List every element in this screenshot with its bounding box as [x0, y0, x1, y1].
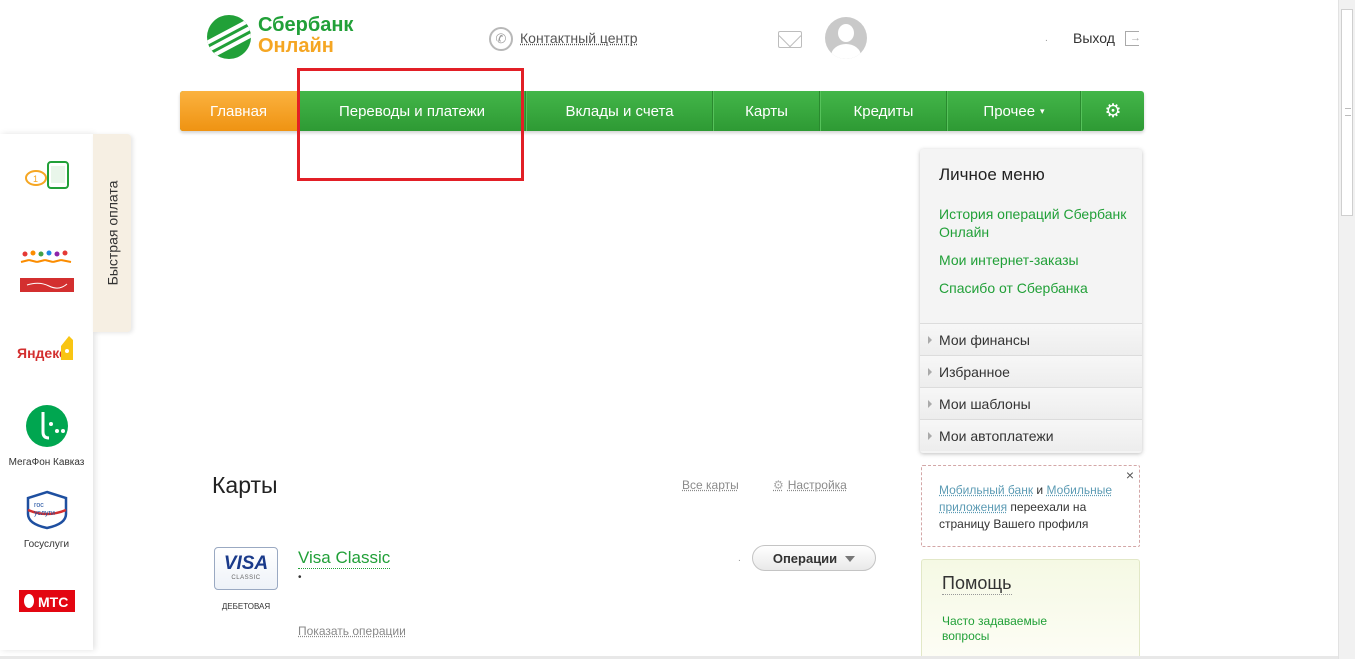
- nav-other[interactable]: Прочее ▾: [947, 91, 1081, 131]
- sberbank-logo-text[interactable]: Сбербанк Онлайн: [258, 15, 353, 57]
- logout-link[interactable]: Выход: [1073, 30, 1115, 46]
- quick-pay-panel: 1 Яндекс МегаФон Кавказ гос услуги Госус…: [0, 134, 93, 650]
- mts-logo: МТС: [18, 590, 75, 612]
- chevron-right-icon: [928, 367, 932, 376]
- quick-pay-tablet[interactable]: 1: [0, 160, 93, 195]
- chevron-right-icon: [928, 431, 932, 440]
- card-name-link[interactable]: Visa Classic: [298, 548, 391, 569]
- card-balance: .: [738, 553, 741, 564]
- nav-cards[interactable]: Карты: [713, 91, 820, 131]
- help-title[interactable]: Помощь: [942, 573, 1012, 595]
- user-name: .: [1045, 33, 1048, 44]
- quick-pay-megafon[interactable]: МегаФон Кавказ: [0, 404, 93, 468]
- mobile-bank-link[interactable]: Мобильный банк: [939, 483, 1033, 497]
- logo-line2: Онлайн: [258, 35, 334, 57]
- card-number: •: [298, 572, 302, 583]
- visa-brand: VISA: [223, 553, 269, 574]
- chevron-right-icon: [928, 399, 932, 408]
- section-label: Мои финансы: [939, 331, 1030, 348]
- operations-history-link[interactable]: История операций Сбербанк Онлайн: [939, 205, 1129, 241]
- nav-other-label: Прочее: [983, 102, 1036, 120]
- megafon-logo: [25, 405, 68, 447]
- charity-logo: [19, 250, 74, 292]
- section-templates[interactable]: Мои шаблоны: [920, 387, 1142, 419]
- visa-classic: CLASSIC: [231, 575, 261, 581]
- nav-deposits-label: Вклады и счета: [565, 102, 674, 120]
- show-operations-link[interactable]: Показать операции: [298, 624, 406, 638]
- svg-text:гос: гос: [34, 502, 44, 509]
- phone-icon: ✆: [489, 27, 513, 51]
- svg-text:услуги: услуги: [34, 510, 55, 517]
- gosuslugi-caption: Госуслуги: [23, 539, 70, 550]
- tablet-payment-icon: 1: [24, 161, 69, 189]
- nav-home-label: Главная: [209, 102, 268, 120]
- notice-conj: и: [1033, 483, 1047, 497]
- card-settings-label: Настройка: [787, 478, 847, 492]
- all-cards-link[interactable]: Все карты: [682, 478, 739, 492]
- spasibo-link[interactable]: Спасибо от Сбербанка: [939, 279, 1129, 297]
- avatar[interactable]: [825, 17, 867, 59]
- section-label: Мои автоплатежи: [939, 427, 1054, 444]
- logout-icon[interactable]: →: [1125, 31, 1141, 46]
- nav-credits[interactable]: Кредиты: [820, 91, 947, 131]
- section-label: Мои шаблоны: [939, 395, 1031, 412]
- scrollbar-thumb[interactable]: [1341, 9, 1353, 216]
- mobile-bank-notice: Мобильный банк и Мобильные приложения пе…: [921, 465, 1140, 547]
- svg-text:1: 1: [33, 174, 38, 184]
- gosuslugi-logo: гос услуги: [26, 490, 67, 530]
- sberbank-logo-icon[interactable]: [207, 15, 251, 59]
- highlight-frame: [297, 68, 524, 181]
- page-scrollbar[interactable]: [1338, 0, 1355, 659]
- cards-heading: Карты: [212, 472, 278, 498]
- section-favorites[interactable]: Избранное: [920, 355, 1142, 387]
- nav-settings[interactable]: ⚙: [1081, 91, 1144, 131]
- quick-pay-yandex[interactable]: Яндекс: [0, 334, 93, 371]
- svg-text:Яндекс: Яндекс: [17, 345, 67, 361]
- yandex-logo: Яндекс: [17, 336, 73, 361]
- megafon-caption: МегаФон Кавказ: [8, 457, 85, 468]
- gear-icon: ⚙: [1104, 100, 1122, 122]
- nav-cards-label: Карты: [745, 102, 788, 120]
- contact-center-link[interactable]: Контактный центр: [520, 30, 638, 46]
- operations-button-label: Операции: [772, 550, 838, 566]
- chevron-right-icon: [928, 335, 932, 344]
- quick-pay-gosuslugi[interactable]: гос услуги Госуслуги: [0, 490, 93, 550]
- chevron-down-icon: ▾: [1040, 105, 1045, 116]
- nav-credits-label: Кредиты: [853, 102, 914, 120]
- help-box: Помощь Часто задаваемые вопросы: [921, 559, 1140, 659]
- faq-link[interactable]: Часто задаваемые вопросы: [942, 614, 1072, 644]
- internet-orders-link[interactable]: Мои интернет-заказы: [939, 251, 1129, 269]
- quick-pay-tab[interactable]: Быстрая оплата: [93, 134, 131, 332]
- section-autopayments[interactable]: Мои автоплатежи: [920, 419, 1142, 451]
- nav-deposits[interactable]: Вклады и счета: [526, 91, 713, 131]
- personal-menu-title: Личное меню: [939, 165, 1045, 184]
- close-icon[interactable]: ×: [1126, 467, 1134, 484]
- section-label: Избранное: [939, 363, 1010, 380]
- nav-home[interactable]: Главная: [180, 91, 298, 131]
- quick-pay-charity[interactable]: [0, 248, 93, 299]
- quick-pay-mts[interactable]: МТС: [0, 588, 93, 619]
- chevron-down-icon: [845, 556, 856, 562]
- visa-card-image[interactable]: VISA CLASSIC: [214, 547, 278, 590]
- section-my-finances[interactable]: Мои финансы: [920, 323, 1142, 355]
- personal-menu: Личное меню История операций Сбербанк Он…: [920, 149, 1142, 453]
- operations-button[interactable]: Операции: [752, 545, 876, 571]
- svg-text:МТС: МТС: [38, 594, 68, 610]
- card-type-label: ДЕБЕТОВАЯ: [221, 602, 271, 611]
- quick-pay-tab-label: Быстрая оплата: [104, 180, 121, 286]
- logo-line1: Сбербанк: [258, 14, 354, 36]
- mail-icon[interactable]: [778, 31, 802, 48]
- card-settings-link[interactable]: ⚙ Настройка: [773, 478, 847, 492]
- gear-icon: ⚙: [773, 478, 784, 492]
